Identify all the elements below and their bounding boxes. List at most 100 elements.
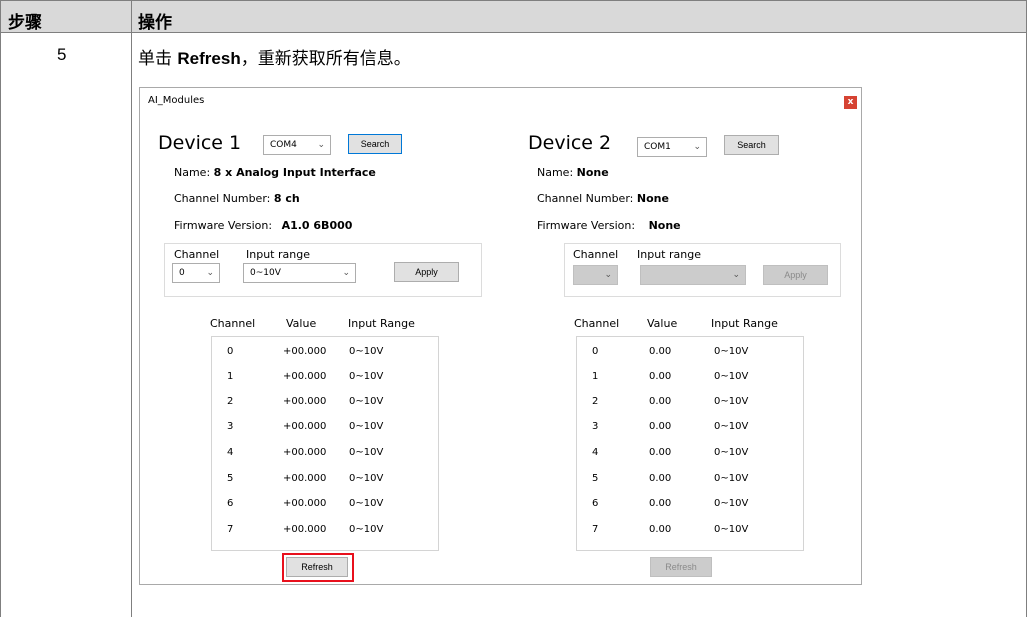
device1-range-select-value: 0~10V <box>250 268 281 278</box>
device1-col-input-range: Input Range <box>348 317 415 330</box>
row-channel: 0 <box>227 346 234 357</box>
row-channel: 5 <box>592 473 599 484</box>
row-range: 0~10V <box>349 498 384 509</box>
device1-channel-select[interactable]: 0 ⌄ <box>172 263 220 283</box>
row-range: 0~10V <box>714 346 749 357</box>
row-value: +00.000 <box>283 421 327 432</box>
column-divider <box>131 0 132 617</box>
row-channel: 6 <box>592 498 599 509</box>
device1-apply-button[interactable]: Apply <box>394 262 459 282</box>
row-value: 0.00 <box>649 498 672 509</box>
device1-search-button[interactable]: Search <box>348 134 402 154</box>
instruction-keyword: Refresh <box>177 49 241 68</box>
device2-col-input-range: Input Range <box>711 317 778 330</box>
device2-title: Device 2 <box>528 132 612 154</box>
device2-refresh-button[interactable]: Refresh <box>650 557 712 577</box>
row-channel: 6 <box>227 498 234 509</box>
device1-config-group: Channel Input range 0 ⌄ 0~10V ⌄ Apply <box>164 243 482 297</box>
instruction-suffix: ，重新获取所有信息。 <box>240 49 411 69</box>
device2-firmware-label: Firmware Version: <box>537 219 636 232</box>
device1-port-value: COM4 <box>270 140 297 150</box>
device2-port-select[interactable]: COM1 ⌄ <box>637 137 707 157</box>
row-range: 0~10V <box>714 524 749 535</box>
row-range: 0~10V <box>349 396 384 407</box>
row-range: 0~10V <box>349 524 384 535</box>
row-channel: 7 <box>227 524 234 535</box>
device1-channel-number-info: Channel Number: 8 ch <box>174 192 300 205</box>
step-number: 5 <box>57 45 67 64</box>
device2-col-value: Value <box>647 317 678 330</box>
table-header-row: 步骤 操作 <box>1 0 1026 33</box>
window-title: AI_Modules <box>148 95 205 106</box>
row-value: +00.000 <box>283 447 327 458</box>
device2-search-button[interactable]: Search <box>724 135 779 155</box>
row-channel: 0 <box>592 346 599 357</box>
ai-modules-window: AI_Modules x Device 1 COM4 ⌄ Search Name… <box>139 87 862 585</box>
row-range: 0~10V <box>714 473 749 484</box>
row-range: 0~10V <box>714 498 749 509</box>
row-channel: 1 <box>227 371 234 382</box>
device1-input-range-label: Input range <box>246 248 310 261</box>
row-range: 0~10V <box>349 473 384 484</box>
device1-range-select[interactable]: 0~10V ⌄ <box>243 263 356 283</box>
row-value: +00.000 <box>283 524 327 535</box>
row-value: 0.00 <box>649 346 672 357</box>
chevron-down-icon: ⌄ <box>693 142 701 152</box>
chevron-down-icon: ⌄ <box>317 140 325 150</box>
step-instruction: 单击 Refresh，重新获取所有信息。 <box>138 44 411 69</box>
device2-port-value: COM1 <box>644 142 671 152</box>
device2-apply-button[interactable]: Apply <box>763 265 828 285</box>
device1-name-value: 8 x Analog Input Interface <box>213 166 376 179</box>
instruction-prefix: 单击 <box>138 49 172 69</box>
device2-channel-number-value: None <box>636 192 669 205</box>
chevron-down-icon: ⌄ <box>206 268 214 278</box>
device2-channel-number-info: Channel Number: None <box>537 192 669 205</box>
close-icon[interactable]: x <box>844 96 857 109</box>
row-value: 0.00 <box>649 371 672 382</box>
chevron-down-icon: ⌄ <box>604 270 612 280</box>
device2-range-select[interactable]: ⌄ <box>640 265 746 285</box>
row-range: 0~10V <box>714 421 749 432</box>
row-value: +00.000 <box>283 498 327 509</box>
device1-firmware-value: A1.0 6B000 <box>281 219 353 232</box>
row-channel: 4 <box>227 447 234 458</box>
row-channel: 7 <box>592 524 599 535</box>
device2-channel-number-label: Channel Number: <box>537 192 634 205</box>
device1-channel-list[interactable]: 0 +00.000 0~10V 1 +00.000 0~10V 2 +00.00… <box>211 336 439 551</box>
refresh-highlight-box <box>282 553 354 582</box>
row-range: 0~10V <box>349 421 384 432</box>
row-value: +00.000 <box>283 473 327 484</box>
row-value: +00.000 <box>283 371 327 382</box>
device2-name-info: Name: None <box>537 166 609 179</box>
row-value: 0.00 <box>649 473 672 484</box>
device2-input-range-label: Input range <box>637 248 701 261</box>
row-value: +00.000 <box>283 396 327 407</box>
device1-firmware-info: Firmware Version: A1.0 6B000 <box>174 219 352 232</box>
device2-channel-label: Channel <box>573 248 619 261</box>
row-channel: 3 <box>227 421 234 432</box>
device1-col-value: Value <box>286 317 317 330</box>
device1-port-select[interactable]: COM4 ⌄ <box>263 135 331 155</box>
device2-channel-select[interactable]: ⌄ <box>573 265 618 285</box>
row-range: 0~10V <box>349 371 384 382</box>
header-step: 步骤 <box>8 13 42 33</box>
row-value: 0.00 <box>649 524 672 535</box>
row-channel: 1 <box>592 371 599 382</box>
device1-title: Device 1 <box>158 132 242 154</box>
row-channel: 5 <box>227 473 234 484</box>
row-value: 0.00 <box>649 396 672 407</box>
device2-firmware-info: Firmware Version: None <box>537 219 681 232</box>
device2-col-channel: Channel <box>574 317 620 330</box>
row-range: 0~10V <box>714 371 749 382</box>
device1-col-channel: Channel <box>210 317 256 330</box>
device2-channel-list[interactable]: 0 0.00 0~10V 1 0.00 0~10V 2 0.00 0~10V 3… <box>576 336 804 551</box>
row-value: 0.00 <box>649 447 672 458</box>
row-range: 0~10V <box>714 447 749 458</box>
chevron-down-icon: ⌄ <box>732 270 740 280</box>
device1-channel-select-value: 0 <box>179 268 185 278</box>
row-value: 0.00 <box>649 421 672 432</box>
row-range: 0~10V <box>714 396 749 407</box>
row-value: +00.000 <box>283 346 327 357</box>
row-channel: 3 <box>592 421 599 432</box>
row-channel: 2 <box>227 396 234 407</box>
